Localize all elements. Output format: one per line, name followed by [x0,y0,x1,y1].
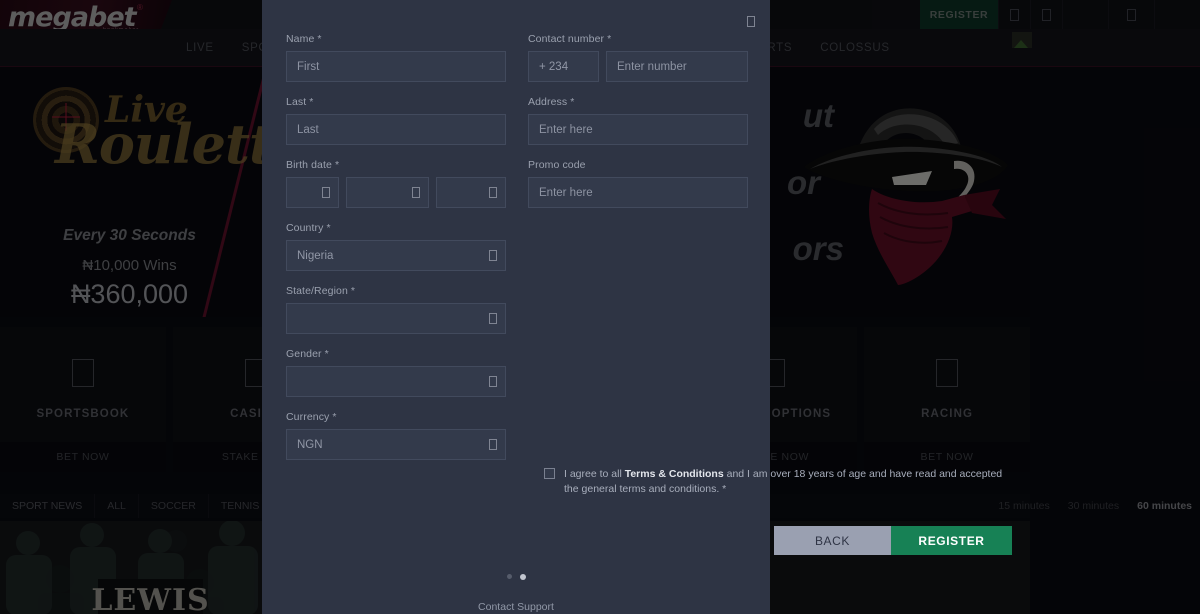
promo-code-input[interactable] [528,177,748,208]
label-gender: Gender * [286,348,506,360]
field-currency: Currency * NGN [286,411,506,460]
field-contact-number: Contact number * [528,33,748,82]
field-promo-code: Promo code [528,159,748,208]
birth-year-value [436,177,506,208]
state-region-value [286,303,506,334]
label-state-region: State/Region * [286,285,506,297]
birth-year-select[interactable] [436,177,506,208]
currency-value: NGN [286,429,506,460]
terms-text: I agree to all Terms & Conditions and I … [564,467,1014,497]
birth-day-value [286,177,339,208]
last-name-input[interactable] [286,114,506,145]
address-input[interactable] [528,114,748,145]
label-currency: Currency * [286,411,506,423]
field-country: Country * Nigeria [286,222,506,271]
label-name: Name * [286,33,506,45]
gender-value [286,366,506,397]
country-select[interactable]: Nigeria [286,240,506,271]
terms-conditions-link[interactable]: Terms & Conditions [625,468,724,480]
birth-day-select[interactable] [286,177,339,208]
label-address: Address * [528,96,748,108]
state-region-select[interactable] [286,303,506,334]
gender-select[interactable] [286,366,506,397]
contact-support-link[interactable]: Contact Support [262,601,770,613]
field-address: Address * [528,96,748,145]
first-name-input[interactable] [286,51,506,82]
form-column-left: Name * Last * Birth date * [286,33,506,474]
field-birth-date: Birth date * [286,159,506,208]
terms-row: I agree to all Terms & Conditions and I … [544,467,1014,497]
label-country: Country * [286,222,506,234]
close-icon[interactable] [744,13,758,29]
phone-prefix-input[interactable] [528,51,599,82]
page-root: megabet ® bookmaker REGISTER LIVE SPORTS… [0,0,1200,614]
birth-month-select[interactable] [346,177,430,208]
birth-month-value [346,177,430,208]
field-first-name: Name * [286,33,506,82]
step-dot-2-active[interactable] [520,574,526,580]
terms-checkbox[interactable] [544,468,555,479]
currency-select[interactable]: NGN [286,429,506,460]
back-button[interactable]: BACK [774,526,891,555]
label-contact-number: Contact number * [528,33,748,45]
field-gender: Gender * [286,348,506,397]
phone-number-input[interactable] [606,51,748,82]
form-column-right: Contact number * Address * Promo code [528,33,748,474]
field-last-name: Last * [286,96,506,145]
country-value: Nigeria [286,240,506,271]
modal-actions: BACK REGISTER [774,526,1012,555]
field-state-region: State/Region * [286,285,506,334]
label-promo-code: Promo code [528,159,748,171]
register-button[interactable]: REGISTER [891,526,1012,555]
registration-form: Name * Last * Birth date * [286,33,748,474]
label-birth-date: Birth date * [286,159,506,171]
terms-text-part1: I agree to all [564,468,625,480]
step-indicator [262,574,770,580]
label-last: Last * [286,96,506,108]
step-dot-1[interactable] [507,574,512,579]
registration-modal: Name * Last * Birth date * [262,0,770,614]
